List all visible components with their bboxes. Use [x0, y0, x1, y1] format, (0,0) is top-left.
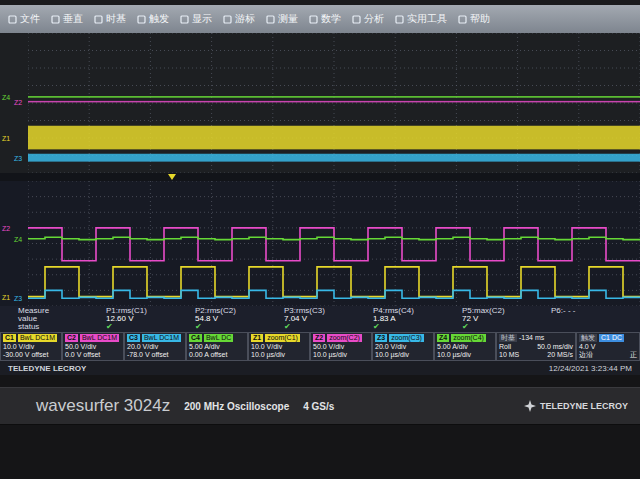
timebase-descriptor[interactable]: 时基-134 ms Roll50.0 ms/div 10 MS20 MS/s	[496, 332, 576, 361]
trace-label: Z2	[2, 225, 10, 232]
brand: TELEDYNE LECROY	[8, 364, 86, 373]
menu-icon	[395, 15, 404, 24]
waveform	[28, 290, 640, 298]
zoom-grid: Z2 Z4 Z1 Z3	[0, 181, 640, 306]
measure-value: 72 V	[462, 315, 551, 323]
menu-icon	[458, 15, 467, 24]
bandwidth: 200 MHz Oscilloscope	[184, 401, 289, 412]
menu-item[interactable]: 实用工具	[395, 12, 447, 26]
menu-item[interactable]: 游标	[223, 12, 255, 26]
overview-chart	[28, 33, 640, 173]
measure-status: ✔	[195, 323, 284, 331]
measure-value	[551, 315, 640, 323]
menu-item[interactable]: 显示	[180, 12, 212, 26]
measure-name[interactable]: P1:rms(C1)	[106, 307, 195, 315]
measure-status	[551, 323, 640, 331]
overview-trace	[28, 101, 640, 103]
overview-grid: Z4 Z2 Z1 Z3	[0, 33, 640, 173]
menu-icon	[180, 15, 189, 24]
waveform	[28, 237, 640, 239]
channel-descriptor[interactable]: C4 BwL DC 5.00 A/div0.00 A offset	[186, 332, 248, 361]
overview-trace	[28, 154, 640, 162]
trigger-marker-icon[interactable]	[168, 174, 176, 180]
trigger-descriptor[interactable]: 触发C1 DC 4.0 V 边沿正	[576, 332, 640, 361]
trace-label: Z1	[2, 294, 10, 301]
model-band: wavesurfer 3024z 200 MHz Oscilloscope 4 …	[0, 387, 640, 425]
menu-icon	[352, 15, 361, 24]
measure-table: Measure P1:rms(C1)P2:rms(C2)P3:rms(C3)P4…	[0, 306, 640, 332]
menu-icon	[266, 15, 275, 24]
trace-label: Z1	[2, 135, 10, 142]
menu-icon	[8, 15, 17, 24]
trace-label: Z4	[2, 94, 10, 101]
menu-item[interactable]: 数学	[309, 12, 341, 26]
menu-bar: 文件 垂直 时基 触发 显示 游标 测量 数学 分析 实用工具 帮助	[0, 5, 640, 33]
trigger-strip	[0, 173, 640, 181]
measure-value: 12.60 V	[106, 315, 195, 323]
menu-item[interactable]: 触发	[137, 12, 169, 26]
measure-value: 54.8 V	[195, 315, 284, 323]
menu-icon	[309, 15, 318, 24]
trace-label: Z3	[14, 295, 22, 302]
menu-item[interactable]: 分析	[352, 12, 384, 26]
model-name: wavesurfer 3024z	[36, 396, 170, 416]
measure-name[interactable]: P3:rms(C3)	[284, 307, 373, 315]
channel-descriptor[interactable]: C2 BwL DC1M 50.0 V/div0.0 V offset	[62, 332, 124, 361]
menu-icon	[137, 15, 146, 24]
sample-rate: 4 GS/s	[303, 401, 334, 412]
measure-value: 1.83 A	[373, 315, 462, 323]
zoom-labels: Z2 Z4 Z1 Z3	[0, 181, 28, 306]
bezel: wavesurfer 3024z 200 MHz Oscilloscope 4 …	[0, 375, 640, 479]
menu-icon	[51, 15, 60, 24]
measure-name[interactable]: P2:rms(C2)	[195, 307, 284, 315]
measure-status: ✔	[106, 323, 195, 331]
channel-descriptor[interactable]: Z2 zoom(C2) 50.0 V/div10.0 µs/div	[310, 332, 372, 361]
trace-label: Z4	[14, 236, 22, 243]
measure-name[interactable]: P5:max(C2)	[462, 307, 551, 315]
menu-item[interactable]: 时基	[94, 12, 126, 26]
overview-trace	[28, 96, 640, 98]
channel-descriptor[interactable]: Z4 zoom(C4) 5.00 A/div10.0 µs/div	[434, 332, 496, 361]
measure-status: ✔	[373, 323, 462, 331]
menu-item[interactable]: 文件	[8, 12, 40, 26]
channel-descriptor[interactable]: C3 BwL DC1M 20.0 V/div-78.0 V offset	[124, 332, 186, 361]
channel-descriptor[interactable]: Z1 zoom(C1) 10.0 V/div10.0 µs/div	[248, 332, 310, 361]
screen: Z4 Z2 Z1 Z3 Z2 Z4 Z1 Z3	[0, 33, 640, 306]
logo: TELEDYNE LECROY	[524, 400, 628, 412]
channel-descriptor[interactable]: C1 BwL DC1M 10.0 V/div-30.00 V offset	[0, 332, 62, 361]
star-icon	[524, 400, 536, 412]
menu-item[interactable]: 帮助	[458, 12, 490, 26]
overview-trace	[28, 126, 640, 150]
waveform	[28, 228, 640, 261]
measure-status: ✔	[462, 323, 551, 331]
trace-label: Z3	[14, 155, 22, 162]
status-bar: TELEDYNE LECROY 12/24/2021 3:23:44 PM	[0, 361, 640, 375]
descriptor-bar: C1 BwL DC1M 10.0 V/div-30.00 V offsetC2 …	[0, 332, 640, 361]
zoom-chart	[28, 181, 640, 306]
menu-item[interactable]: 测量	[266, 12, 298, 26]
menu-item[interactable]: 垂直	[51, 12, 83, 26]
measure-value: 7.04 V	[284, 315, 373, 323]
measure-name[interactable]: P4:rms(C4)	[373, 307, 462, 315]
channel-descriptor[interactable]: Z3 zoom(C3) 20.0 V/div10.0 µs/div	[372, 332, 434, 361]
oscilloscope: 文件 垂直 时基 触发 显示 游标 测量 数学 分析 实用工具 帮助 Z4Z2Z…	[0, 0, 640, 479]
menu-icon	[223, 15, 232, 24]
menu-icon	[94, 15, 103, 24]
datetime: 12/24/2021 3:23:44 PM	[549, 364, 632, 373]
measure-status: ✔	[284, 323, 373, 331]
trace-label: Z2	[14, 99, 22, 106]
overview-labels: Z4 Z2 Z1 Z3	[0, 33, 28, 173]
measure-name[interactable]: P6:- - -	[551, 307, 640, 315]
